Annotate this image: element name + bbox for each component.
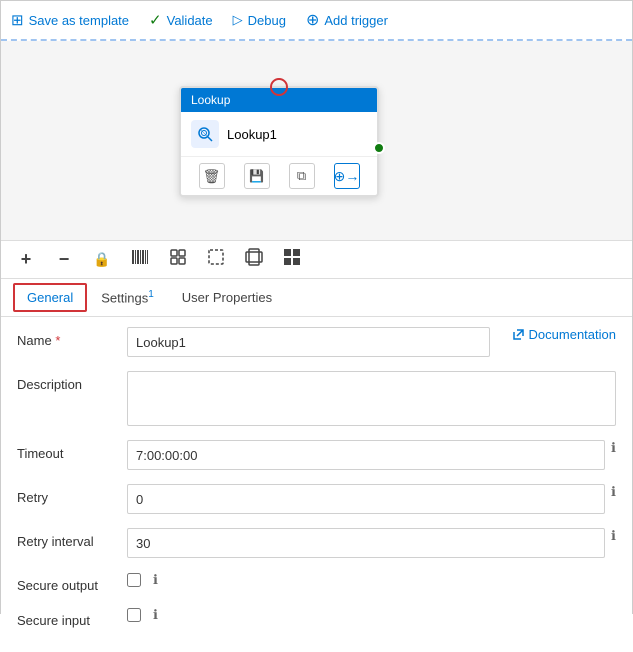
secure-input-checkbox[interactable] (127, 608, 141, 622)
lock-button[interactable]: 🔒 (89, 247, 115, 273)
canvas: Lookup Lookup1 🗑 💾 (1, 41, 632, 241)
name-required: * (55, 333, 60, 348)
secure-input-checkbox-wrap: ℹ (127, 607, 158, 623)
node-save-button[interactable]: 💾 (244, 163, 270, 189)
lock-icon: 🔒 (93, 251, 110, 268)
barcode-icon (131, 248, 149, 271)
name-label: Name * (17, 327, 127, 348)
barcode-button[interactable] (127, 247, 153, 273)
timeout-input[interactable] (127, 440, 605, 470)
lookup-node-icon (191, 120, 219, 148)
node-navigate-button[interactable]: ⊕→ (334, 163, 360, 189)
description-label: Description (17, 371, 127, 392)
node-actions: 🗑 💾 ⧉ ⊕→ (181, 157, 377, 195)
secure-output-row: Secure output ℹ (17, 572, 616, 593)
retry-input[interactable] (127, 484, 605, 514)
minus-icon: − (59, 249, 70, 270)
name-input[interactable] (127, 327, 490, 357)
retry-interval-info-icon[interactable]: ℹ (611, 528, 616, 544)
layout-icon (283, 248, 301, 271)
copy-icon: ⧉ (297, 168, 306, 184)
save-icon: ⊞ (11, 11, 24, 29)
layout-button[interactable] (279, 247, 305, 273)
debug-icon: ▷ (233, 12, 243, 28)
secure-output-checkbox[interactable] (127, 573, 141, 587)
validate-label: Validate (167, 13, 213, 28)
save-template-button[interactable]: ⊞ Save as template (11, 11, 129, 29)
secure-input-label: Secure input (17, 607, 127, 628)
add-trigger-button[interactable]: ⊕ Add trigger (306, 10, 388, 30)
tab-general[interactable]: General (13, 283, 87, 312)
fit-button[interactable] (165, 247, 191, 273)
secure-input-info-icon[interactable]: ℹ (153, 607, 158, 623)
toolbar: ⊞ Save as template ✓ Validate ▷ Debug ⊕ … (1, 1, 632, 41)
timeout-label: Timeout (17, 440, 127, 461)
node-delete-button[interactable]: 🗑 (199, 163, 225, 189)
node-output-connector (373, 142, 385, 154)
description-input[interactable] (127, 371, 616, 426)
timeout-row: Timeout ℹ (17, 440, 616, 470)
plus-icon: + (21, 249, 32, 270)
node-body: Lookup1 (181, 112, 377, 157)
validate-icon: ✓ (149, 11, 162, 29)
secure-output-info-icon[interactable]: ℹ (153, 572, 158, 588)
secure-input-row: Secure input ℹ (17, 607, 616, 628)
retry-interval-row: Retry interval ℹ (17, 528, 616, 558)
add-trigger-label: Add trigger (324, 13, 388, 28)
delete-icon: 🗑 (203, 168, 221, 185)
documentation-link[interactable]: Documentation (512, 327, 616, 342)
node-label: Lookup1 (227, 127, 277, 142)
zoom-in-button[interactable]: + (13, 247, 39, 273)
select-button[interactable] (203, 247, 229, 273)
timeout-info-icon[interactable]: ℹ (611, 440, 616, 456)
fit-canvas-icon (245, 248, 263, 271)
debug-button[interactable]: ▷ Debug (233, 12, 286, 28)
arrow-icon: ⊕→ (334, 168, 360, 185)
save-node-icon: 💾 (249, 169, 264, 183)
settings-badge: 1 (148, 289, 154, 300)
retry-label: Retry (17, 484, 127, 505)
node-copy-button[interactable]: ⧉ (289, 163, 315, 189)
retry-interval-label: Retry interval (17, 528, 127, 549)
zoom-out-button[interactable]: − (51, 247, 77, 273)
validate-button[interactable]: ✓ Validate (149, 11, 213, 29)
retry-row: Retry ℹ (17, 484, 616, 514)
retry-interval-input[interactable] (127, 528, 605, 558)
tab-user-properties[interactable]: User Properties (168, 282, 286, 313)
secure-output-checkbox-wrap: ℹ (127, 572, 158, 588)
description-row: Description (17, 371, 616, 426)
fit-canvas-button[interactable] (241, 247, 267, 273)
add-trigger-icon: ⊕ (306, 10, 319, 30)
name-row: Name * Documentation (17, 327, 616, 357)
canvas-controls: + − 🔒 (1, 241, 632, 279)
node-trigger-indicator (270, 78, 288, 96)
lookup-node[interactable]: Lookup Lookup1 🗑 💾 (179, 86, 379, 197)
tabs-bar: General Settings1 User Properties (1, 279, 632, 317)
tab-settings[interactable]: Settings1 (87, 281, 168, 313)
select-icon (207, 248, 225, 271)
debug-label: Debug (248, 13, 286, 28)
properties-panel: Name * Documentation Description Timeout… (1, 317, 632, 652)
save-template-label: Save as template (29, 13, 129, 28)
retry-info-icon[interactable]: ℹ (611, 484, 616, 500)
fit-icon (169, 248, 187, 271)
secure-output-label: Secure output (17, 572, 127, 593)
